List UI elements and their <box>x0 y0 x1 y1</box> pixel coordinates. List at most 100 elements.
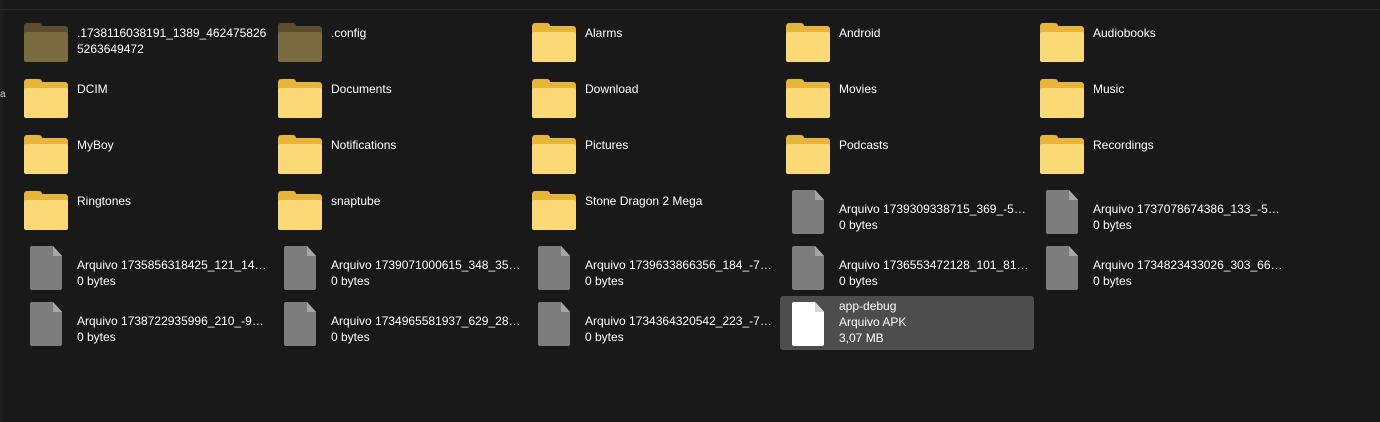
folder-item[interactable]: Music <box>1034 72 1288 128</box>
folder-item[interactable]: Documents <box>272 72 526 128</box>
folder-icon <box>22 20 70 68</box>
file-item[interactable]: Arquivo 1738722935996_210_-900... 0 bytes <box>18 296 272 352</box>
folder-item[interactable]: Android <box>780 16 1034 72</box>
folder-icon <box>530 188 578 236</box>
folder-icon <box>22 132 70 180</box>
folder-item[interactable]: Pictures <box>526 128 780 184</box>
folder-item[interactable]: .1738116038191_1389_4624758265263649472 <box>18 16 272 72</box>
file-size: 0 bytes <box>77 330 116 344</box>
file-icon <box>530 300 578 348</box>
file-name: Arquivo 1739633866356_184_-749... <box>585 258 775 272</box>
file-icon <box>530 244 578 292</box>
file-icon <box>1038 188 1086 236</box>
folder-name: Android <box>839 26 881 40</box>
file-name: Arquivo 1735856318425_121_1419... <box>77 258 267 272</box>
folder-icon <box>1038 20 1086 68</box>
file-icon <box>1038 244 1086 292</box>
file-size: 0 bytes <box>839 274 878 288</box>
folder-item[interactable]: snaptube <box>272 184 526 240</box>
folder-icon <box>22 76 70 124</box>
file-size: 3,07 MB <box>839 331 884 345</box>
folder-icon <box>784 76 832 124</box>
folder-name: Audiobooks <box>1093 26 1156 40</box>
file-size: 0 bytes <box>585 274 624 288</box>
apk-file-icon <box>784 300 832 348</box>
folder-icon <box>276 188 324 236</box>
folder-name: Alarms <box>585 26 623 40</box>
folder-name: Music <box>1093 82 1125 96</box>
folder-item[interactable]: Podcasts <box>780 128 1034 184</box>
folder-item[interactable]: Recordings <box>1034 128 1288 184</box>
folder-icon <box>530 76 578 124</box>
file-item[interactable]: Arquivo 1734965581937_629_2823... 0 bytes <box>272 296 526 352</box>
navigation-pane-edge <box>0 0 3 422</box>
folder-item[interactable]: .config <box>272 16 526 72</box>
file-size: 0 bytes <box>1093 218 1132 232</box>
folder-name: .config <box>331 26 367 40</box>
folder-name: Podcasts <box>839 138 889 152</box>
file-name: Arquivo 1736553472128_101_8171... <box>839 258 1029 272</box>
file-name: Arquivo 1739309338715_369_-545... <box>839 202 1029 216</box>
file-item[interactable]: Arquivo 1734364320542_223_-760... 0 bytes <box>526 296 780 352</box>
folder-item[interactable]: Download <box>526 72 780 128</box>
file-type: Arquivo APK <box>839 315 907 329</box>
folder-icon <box>784 20 832 68</box>
folder-name: Recordings <box>1093 138 1154 152</box>
folder-item[interactable]: Stone Dragon 2 Mega <box>526 184 780 240</box>
file-icon <box>276 300 324 348</box>
folder-item[interactable]: MyBoy <box>18 128 272 184</box>
folder-name: Ringtones <box>77 194 132 208</box>
folder-name: Movies <box>839 82 878 96</box>
file-name: Arquivo 1734823433026_303_6645... <box>1093 258 1283 272</box>
folder-icon <box>784 132 832 180</box>
file-icon <box>784 244 832 292</box>
file-name: Arquivo 1739071000615_348_3530... <box>331 258 521 272</box>
folder-icon <box>530 20 578 68</box>
folder-icon <box>276 20 324 68</box>
folder-item[interactable]: Audiobooks <box>1034 16 1288 72</box>
folder-name: Stone Dragon 2 Mega <box>585 194 703 208</box>
folder-name: MyBoy <box>77 138 114 152</box>
folder-name: snaptube <box>331 194 381 208</box>
file-icon <box>22 244 70 292</box>
file-size: 0 bytes <box>77 274 116 288</box>
folder-icon <box>22 188 70 236</box>
folder-name: Download <box>585 82 639 96</box>
folder-item[interactable]: Notifications <box>272 128 526 184</box>
folder-item[interactable]: Ringtones <box>18 184 272 240</box>
folder-item[interactable]: DCIM <box>18 72 272 128</box>
file-icon <box>784 188 832 236</box>
folder-item[interactable]: Alarms <box>526 16 780 72</box>
file-item[interactable]: Arquivo 1739309338715_369_-545... 0 bytes <box>780 184 1034 240</box>
file-size: 0 bytes <box>585 330 624 344</box>
file-name: Arquivo 1737078674386_133_-583... <box>1093 202 1283 216</box>
file-name: Arquivo 1734965581937_629_2823... <box>331 314 521 328</box>
file-icon <box>276 244 324 292</box>
file-item[interactable]: Arquivo 1739071000615_348_3530... 0 bytes <box>272 240 526 296</box>
folder-icon <box>1038 132 1086 180</box>
file-icon <box>22 300 70 348</box>
folder-name: Pictures <box>585 138 629 152</box>
folder-name: Notifications <box>331 138 397 152</box>
file-item[interactable]: Arquivo 1736553472128_101_8171... 0 bytes <box>780 240 1034 296</box>
apk-file-item-selected[interactable]: app-debug Arquivo APK 3,07 MB <box>780 296 1034 350</box>
file-size: 0 bytes <box>1093 274 1132 288</box>
folder-icon <box>276 76 324 124</box>
folder-item[interactable]: Movies <box>780 72 1034 128</box>
header-divider <box>0 9 1380 10</box>
folder-icon <box>530 132 578 180</box>
folder-icon <box>276 132 324 180</box>
file-size: 0 bytes <box>839 218 878 232</box>
file-name: Arquivo 1734364320542_223_-760... <box>585 314 775 328</box>
file-item[interactable]: Arquivo 1739633866356_184_-749... 0 bytes <box>526 240 780 296</box>
file-item[interactable]: Arquivo 1735856318425_121_1419... 0 bytes <box>18 240 272 296</box>
folder-name: DCIM <box>77 82 108 96</box>
file-name: Arquivo 1738722935996_210_-900... <box>77 314 267 328</box>
folder-name: .1738116038191_1389_4624758265263649472 <box>77 26 267 56</box>
file-item[interactable]: Arquivo 1737078674386_133_-583... 0 bytes <box>1034 184 1288 240</box>
navigation-pane-text-fragment: a <box>0 89 6 100</box>
folder-name: Documents <box>331 82 392 96</box>
file-item[interactable]: Arquivo 1734823433026_303_6645... 0 bytes <box>1034 240 1288 296</box>
folder-icon <box>1038 76 1086 124</box>
file-size: 0 bytes <box>331 274 370 288</box>
